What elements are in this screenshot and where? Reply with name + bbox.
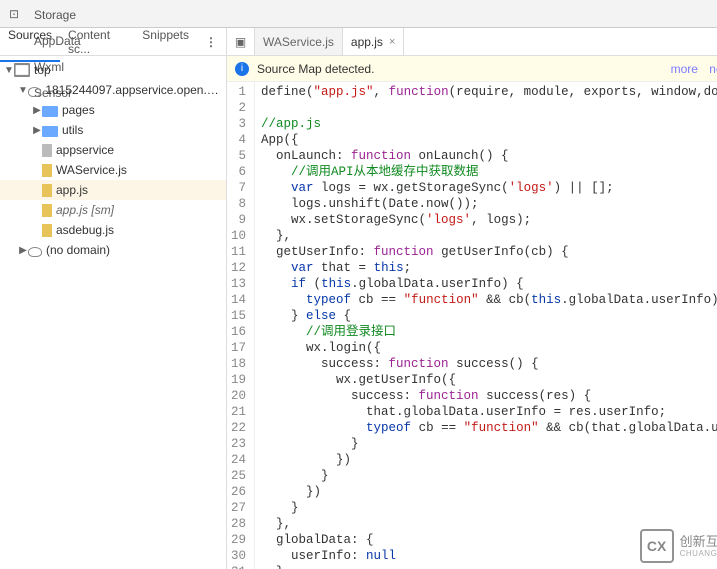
file-tab[interactable]: WAService.js	[255, 28, 343, 55]
tree-file[interactable]: appservice	[0, 140, 226, 160]
file-tree[interactable]: ▼top▼1815244097.appservice.open.weix▶pag…	[0, 56, 226, 569]
tree-item-label: utils	[62, 123, 83, 137]
expand-arrow-icon[interactable]: ▶	[18, 245, 28, 256]
tree-item-label: appservice	[56, 143, 114, 157]
watermark-logo: CX	[640, 529, 674, 563]
dock-icon[interactable]: ⊡	[4, 7, 24, 21]
file-icon	[42, 224, 52, 237]
navigator-toggle-icon[interactable]: ▣	[227, 28, 255, 55]
file-tab[interactable]: app.js ×	[343, 28, 404, 55]
sidebar-tabs: SourcesContent sc...Snippets ⋮	[0, 28, 226, 56]
watermark-subtext: CHUANG XIN HU LIAN	[680, 549, 717, 558]
expand-arrow-icon[interactable]: ▼	[18, 85, 28, 96]
tree-item-label: pages	[62, 103, 95, 117]
folder-icon	[42, 106, 58, 117]
file-icon	[42, 184, 52, 197]
notice-link-never[interactable]: never show	[709, 62, 717, 76]
watermark-text: 创新互联	[680, 535, 717, 549]
notice-text: Source Map detected.	[257, 62, 374, 76]
tree-file[interactable]: WAService.js	[0, 160, 226, 180]
main-area: SourcesContent sc...Snippets ⋮ ▼ top ▼ 1815…	[0, 28, 717, 569]
folder-icon	[42, 126, 58, 137]
expand-arrow-icon[interactable]: ▼	[4, 65, 14, 76]
tree-item-label: 1815244097.appservice.open.weix	[45, 83, 222, 97]
tree-item-label: asdebug.js	[56, 223, 114, 237]
tree-folder[interactable]: ▶ pages	[0, 100, 226, 120]
tree-item-label: app.js	[56, 183, 88, 197]
tree-folder[interactable]: ▶ utils	[0, 120, 226, 140]
file-icon	[42, 164, 52, 177]
sourcemap-notice: i Source Map detected. more never show	[227, 56, 717, 82]
more-icon[interactable]: ⋮	[197, 35, 226, 49]
tree-item-label: (no domain)	[46, 243, 110, 257]
tree-file[interactable]: asdebug.js	[0, 220, 226, 240]
file-tab-label: app.js	[351, 35, 383, 49]
tree-file[interactable]: app.js	[0, 180, 226, 200]
close-icon[interactable]: ×	[389, 36, 395, 48]
expand-arrow-icon[interactable]: ▶	[32, 125, 42, 136]
code-editor[interactable]: 1234567891011121314151617181920212223242…	[227, 82, 717, 569]
file-tab-label: WAService.js	[263, 35, 334, 49]
editor-pane: ▣ WAService.js app.js × i Source Map detec…	[227, 28, 717, 569]
frame-icon	[14, 63, 30, 77]
tree-domain[interactable]: ▶ (no domain)	[0, 240, 226, 260]
tree-file[interactable]: app.js [sm]	[0, 200, 226, 220]
file-icon	[42, 144, 52, 157]
expand-arrow-icon[interactable]: ▶	[32, 105, 42, 116]
cloud-icon	[28, 87, 41, 97]
sources-sidebar: SourcesContent sc...Snippets ⋮ ▼ top ▼ 1815…	[0, 28, 227, 569]
tree-domain[interactable]: ▼ 1815244097.appservice.open.weix	[0, 80, 226, 100]
line-gutter: 1234567891011121314151617181920212223242…	[227, 82, 255, 569]
cloud-icon	[28, 247, 42, 257]
notice-link-more[interactable]: more	[671, 62, 698, 76]
tree-item-label: app.js [sm]	[56, 203, 114, 217]
code-content[interactable]: define("app.js", function(require, modul…	[255, 82, 717, 569]
file-tabs: ▣ WAService.js app.js ×	[227, 28, 717, 56]
tree-item-label: WAService.js	[56, 163, 127, 177]
info-icon: i	[235, 62, 249, 76]
tree-item-label: top	[34, 63, 51, 77]
watermark: CX 创新互联 CHUANG XIN HU LIAN	[640, 529, 717, 563]
tree-root[interactable]: ▼ top	[0, 60, 226, 80]
file-icon	[42, 204, 52, 217]
